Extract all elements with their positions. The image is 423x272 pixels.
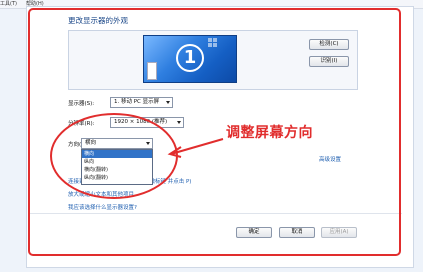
text-size-link[interactable]: 放大或缩小文本和其他项目	[68, 190, 134, 198]
windows-logo-icon	[208, 38, 217, 47]
orientation-option[interactable]: 纵向	[82, 158, 152, 166]
menu-tools[interactable]: 工具(T)	[0, 0, 17, 8]
detect-button[interactable]: 检测(C)	[309, 39, 349, 50]
display-select[interactable]: 1. 移动 PC 显示屏	[110, 97, 173, 108]
chevron-down-icon	[166, 101, 170, 104]
display-label: 显示器(S):	[68, 101, 95, 107]
annotation-arrow-icon	[167, 138, 224, 158]
chevron-down-icon	[146, 142, 150, 145]
orientation-dropdown-list: 横向 纵向 横向(翻转) 纵向(翻转)	[81, 149, 153, 185]
monitor-number: 1	[176, 44, 204, 72]
orientation-option[interactable]: 横向(翻转)	[82, 166, 152, 174]
apply-button[interactable]: 应用(A)	[321, 227, 357, 238]
orientation-option[interactable]: 横向	[82, 150, 152, 158]
monitor-1-tile[interactable]: 1	[143, 35, 237, 83]
orientation-option[interactable]: 纵向(翻转)	[82, 174, 152, 182]
display-help-link[interactable]: 我应该选择什么显示器设置?	[68, 203, 137, 211]
divider	[30, 213, 402, 214]
ok-button[interactable]: 确定	[236, 227, 272, 238]
resolution-value: 1920 × 1080 (推荐)	[114, 119, 168, 125]
orientation-value: 横向	[85, 140, 97, 146]
resolution-label: 分辨率(R):	[68, 121, 95, 127]
advanced-settings-link[interactable]: 高级设置	[319, 155, 341, 163]
cancel-button[interactable]: 取消	[279, 227, 315, 238]
orientation-select[interactable]: 横向	[81, 138, 153, 149]
pc-tower-icon	[147, 62, 157, 80]
identify-button[interactable]: 识别(I)	[309, 56, 349, 67]
annotation-text: 调整屏幕方向	[226, 125, 313, 141]
page-title: 更改显示器的外观	[68, 16, 128, 25]
resolution-select[interactable]: 1920 × 1080 (推荐)	[110, 117, 184, 128]
chevron-down-icon	[177, 121, 181, 124]
display-value: 1. 移动 PC 显示屏	[114, 99, 160, 105]
